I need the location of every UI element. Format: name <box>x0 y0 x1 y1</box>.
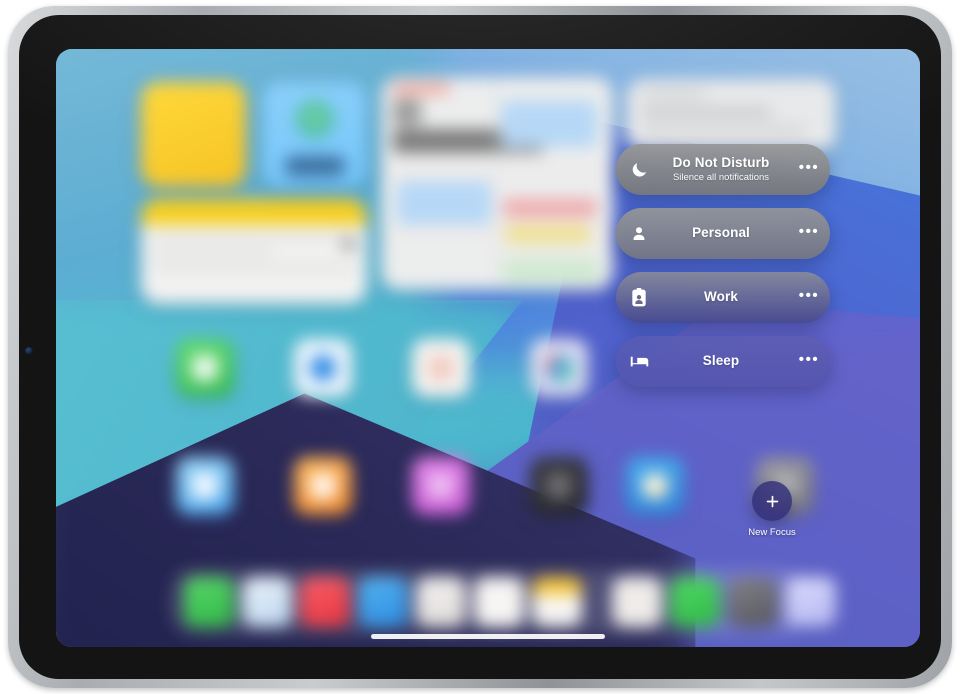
new-focus-button[interactable]: New Focus <box>746 481 798 538</box>
app-glyph <box>192 473 218 499</box>
screenshot-root: Do Not Disturb Silence all notifications… <box>0 0 960 694</box>
widget-light-line <box>642 109 773 115</box>
plus-icon <box>752 481 792 521</box>
widget-light[interactable] <box>626 79 836 151</box>
focus-item-subtitle: Silence all notifications <box>672 171 770 183</box>
focus-item-labels: Personal <box>662 226 788 240</box>
widget-notes-line <box>153 235 355 240</box>
focus-item-more-button[interactable]: ••• <box>788 288 830 307</box>
dock-icon-gray[interactable] <box>728 577 778 627</box>
ipad-screen: Do Not Disturb Silence all notifications… <box>56 49 920 647</box>
widget-light-line <box>642 91 705 97</box>
focus-panel: Do Not Disturb Silence all notifications… <box>616 144 846 400</box>
focus-item-do-not-disturb[interactable]: Do Not Disturb Silence all notifications… <box>616 144 830 195</box>
dock-icon-lavender[interactable] <box>786 577 836 627</box>
focus-item-work[interactable]: Work ••• <box>616 272 830 323</box>
calendar-event <box>505 225 591 243</box>
widget-notes-header <box>141 199 367 225</box>
home-indicator[interactable] <box>371 634 605 639</box>
app-glyph <box>546 473 572 499</box>
app-icon-white[interactable] <box>412 339 470 397</box>
moon-icon <box>616 160 662 179</box>
widget-calendar[interactable] <box>381 77 613 290</box>
calendar-top-label <box>393 83 449 94</box>
bed-icon <box>616 354 662 369</box>
focus-item-sleep[interactable]: Sleep ••• <box>616 336 830 387</box>
dock-icon-green2[interactable] <box>670 577 720 627</box>
new-focus-label: New Focus <box>748 527 796 538</box>
focus-item-more-button[interactable]: ••• <box>788 224 830 243</box>
widget-notes-line <box>153 250 271 255</box>
ipad-device-frame: Do Not Disturb Silence all notifications… <box>8 6 952 688</box>
app-glyph <box>428 473 454 499</box>
focus-item-labels: Do Not Disturb Silence all notifications <box>662 156 788 182</box>
app-icon-pink[interactable] <box>412 457 470 515</box>
app-icon-dark[interactable] <box>530 457 588 515</box>
calendar-column-divider <box>495 77 496 290</box>
dock-icon-blue[interactable] <box>242 577 292 627</box>
dock-icon-colorful[interactable] <box>612 577 662 627</box>
focus-item-more-button[interactable]: ••• <box>788 160 830 179</box>
app-icon-multicolor[interactable] <box>530 339 588 397</box>
app-glyph <box>642 473 668 499</box>
widget-blue[interactable] <box>262 82 367 187</box>
focus-item-labels: Work <box>662 290 788 304</box>
app-glyph <box>192 355 218 381</box>
focus-item-title: Work <box>704 289 738 305</box>
widget-notes[interactable] <box>141 199 367 304</box>
widget-notes-dot-icon <box>343 239 354 250</box>
app-glyph <box>310 473 336 499</box>
app-glyph <box>310 355 336 381</box>
focus-item-labels: Sleep <box>662 354 788 368</box>
app-icon-orange[interactable] <box>294 457 352 515</box>
app-icon-green[interactable] <box>176 339 234 397</box>
dock-icon-green[interactable] <box>184 577 234 627</box>
widget-light-line <box>642 127 806 133</box>
dock-icon-white[interactable] <box>416 577 466 627</box>
app-icon-lightblue[interactable] <box>176 457 234 515</box>
widget-notes-line <box>153 265 355 270</box>
dock-icon-yellowwhite[interactable] <box>532 577 582 627</box>
person-icon <box>616 225 662 243</box>
focus-item-personal[interactable]: Personal ••• <box>616 208 830 259</box>
app-glyph <box>546 355 572 381</box>
id-badge-icon <box>616 287 662 308</box>
calendar-event <box>397 181 491 225</box>
calendar-event <box>503 199 597 217</box>
widget-blue-bar <box>284 156 346 176</box>
dock-icon-photos[interactable] <box>474 577 524 627</box>
calendar-event <box>501 101 597 147</box>
widget-blue-circle-icon <box>296 100 334 138</box>
calendar-glyph-icon <box>393 99 421 125</box>
app-icon-weather[interactable] <box>626 457 684 515</box>
focus-item-title: Sleep <box>702 353 740 369</box>
app-glyph <box>428 355 454 381</box>
focus-item-more-button[interactable]: ••• <box>788 352 830 371</box>
front-camera-sensor-icon <box>25 347 33 355</box>
dock-icon-skyblue[interactable] <box>358 577 408 627</box>
dock-icon-red[interactable] <box>300 577 350 627</box>
focus-item-title: Do Not Disturb <box>672 155 770 171</box>
calendar-event <box>503 259 599 283</box>
calendar-separator <box>381 169 613 171</box>
widget-yellow[interactable] <box>141 82 246 187</box>
focus-item-title: Personal <box>692 225 750 241</box>
app-icon-blue[interactable] <box>294 339 352 397</box>
